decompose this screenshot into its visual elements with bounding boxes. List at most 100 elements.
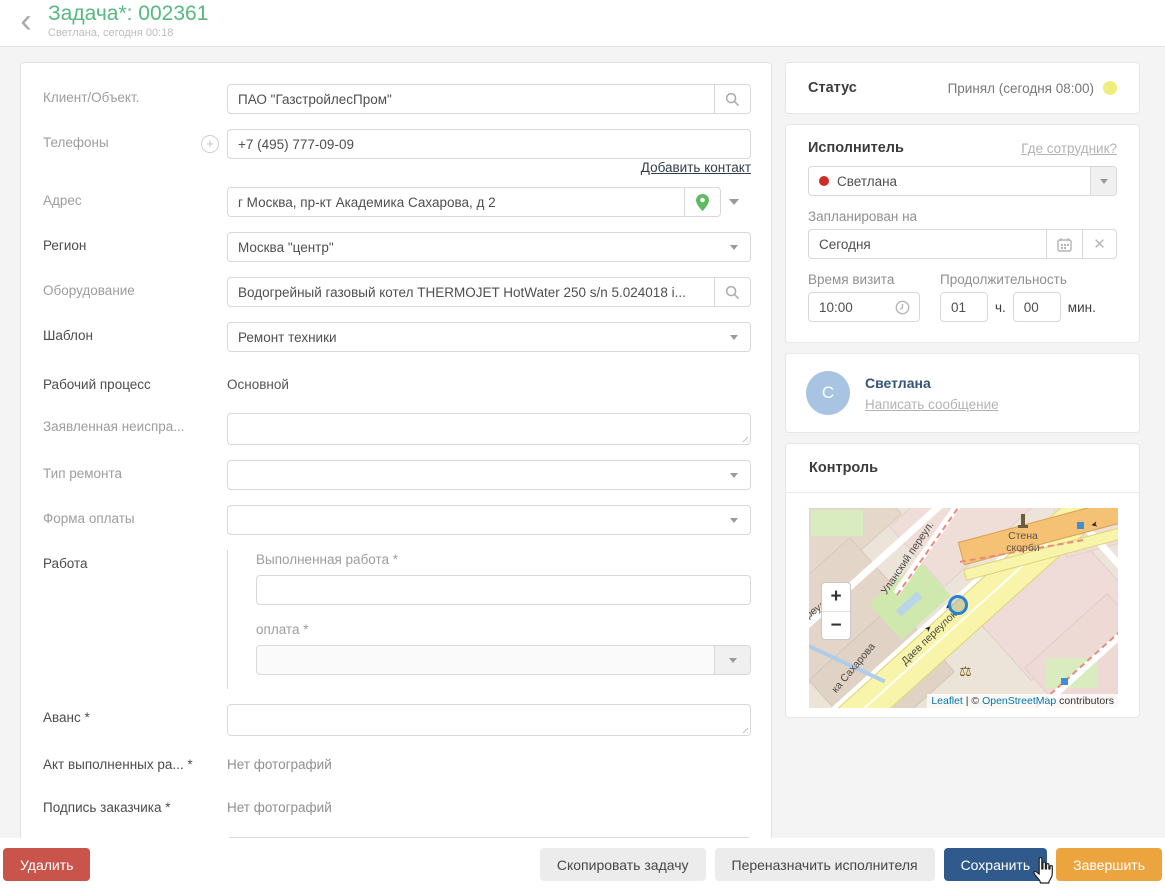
field-issue: Заявленная неиспра... xyxy=(43,413,751,445)
chevron-down-icon xyxy=(1099,178,1108,188)
template-value: Ремонт техники xyxy=(238,329,337,345)
client-input[interactable]: ПАО "ГазстройлесПром" xyxy=(227,84,751,114)
repair-type-label: Тип ремонта xyxy=(43,466,123,481)
workflow-label: Рабочий процесс xyxy=(43,377,151,392)
reassign-button[interactable]: Переназначить исполнителя xyxy=(714,848,935,881)
work-label: Работа xyxy=(43,556,88,571)
advance-textarea[interactable] xyxy=(227,704,751,736)
control-card: Контроль ➤ ➤ ➤ Уланский переул. Даев пер… xyxy=(785,443,1140,718)
signature-label: Подпись заказчика * xyxy=(43,800,171,815)
finish-button[interactable]: Завершить xyxy=(1056,848,1162,881)
employee-name: Светлана xyxy=(865,374,931,391)
equipment-input[interactable]: Водогрейный газовый котел THERMOJET HotW… xyxy=(227,277,751,307)
assignee-status-dot-icon xyxy=(819,176,829,186)
work-done-label: Выполненная работа * xyxy=(256,552,399,567)
zoom-out-button[interactable]: − xyxy=(822,611,850,639)
field-repair-type: Тип ремонта xyxy=(43,460,751,490)
phone-value: +7 (495) 777-09-09 xyxy=(238,136,354,152)
phone-input[interactable]: +7 (495) 777-09-09 xyxy=(227,129,751,159)
client-value: ПАО "ГазстройлесПром" xyxy=(238,91,392,107)
content-area: Клиент/Объект. ПАО "ГазстройлесПром" Тел… xyxy=(0,47,1165,838)
employee-card: C Светлана Написать сообщение xyxy=(785,353,1140,433)
field-client: Клиент/Объект. ПАО "ГазстройлесПром" xyxy=(43,84,751,114)
client-search-button[interactable] xyxy=(714,85,750,113)
back-icon[interactable]: ‹ xyxy=(12,2,40,40)
duration-minutes-value: 00 xyxy=(1023,299,1039,315)
field-workflow: Рабочий процесс Основной xyxy=(43,371,751,392)
page-subtitle: Светлана, сегодня 00:18 xyxy=(48,27,174,39)
visit-time-input[interactable]: 10:00 xyxy=(808,292,920,322)
status-title: Статус xyxy=(808,80,857,96)
address-input[interactable]: г Москва, пр-кт Академика Сахарова, д 2 xyxy=(227,187,721,217)
chevron-down-button xyxy=(714,646,750,674)
status-dot-icon xyxy=(1103,81,1117,95)
planned-date-input[interactable]: Сегодня ✕ xyxy=(808,229,1117,259)
address-map-button[interactable] xyxy=(684,188,720,216)
equipment-value: Водогрейный газовый котел THERMOJET HotW… xyxy=(238,284,686,300)
field-signature: Подпись заказчика * Нет фотографий xyxy=(43,794,751,815)
clock-icon xyxy=(895,300,910,314)
advance-label: Аванс * xyxy=(43,710,90,725)
leaflet-link[interactable]: Leaflet xyxy=(931,695,963,707)
map-location-marker xyxy=(948,595,968,615)
zoom-in-button[interactable]: + xyxy=(822,583,850,611)
visit-time-label: Время визита xyxy=(808,272,895,287)
region-label: Регион xyxy=(43,238,87,253)
client-label: Клиент/Объект. xyxy=(43,90,140,105)
delete-button[interactable]: Удалить xyxy=(3,848,91,881)
transit-stop-icon xyxy=(1061,678,1068,685)
act-label: Акт выполненных ра... * xyxy=(43,757,193,772)
phones-label: Телефоны xyxy=(43,135,109,150)
avatar: C xyxy=(806,371,850,415)
signature-value: Нет фотографий xyxy=(227,800,332,815)
template-select[interactable]: Ремонт техники xyxy=(227,322,751,352)
issue-textarea[interactable] xyxy=(227,413,751,445)
monument-icon xyxy=(1018,514,1028,528)
chevron-down-icon xyxy=(730,334,738,344)
save-button[interactable]: Сохранить xyxy=(943,848,1048,881)
payment-form-label: Форма оплаты xyxy=(43,511,135,526)
repair-type-select[interactable] xyxy=(227,460,751,490)
address-expand-icon[interactable] xyxy=(729,199,739,209)
map-park xyxy=(811,510,863,536)
region-select[interactable]: Москва "центр" xyxy=(227,232,751,262)
equipment-label: Оборудование xyxy=(43,283,135,298)
section-work: Работа Выполненная работа * оплата * xyxy=(43,550,751,689)
resize-grip-icon[interactable] xyxy=(740,434,748,442)
template-label: Шаблон xyxy=(43,328,93,343)
duration-hours-value: 01 xyxy=(951,299,967,315)
clear-date-button[interactable]: ✕ xyxy=(1082,230,1116,258)
task-form-card: Клиент/Объект. ПАО "ГазстройлесПром" Тел… xyxy=(20,62,772,838)
add-phone-icon[interactable]: + xyxy=(201,135,219,153)
payment-form-select[interactable] xyxy=(227,505,751,535)
assignee-dropdown-button[interactable] xyxy=(1090,167,1116,195)
work-pay-label: оплата * xyxy=(256,622,309,637)
map-zoom-control: + − xyxy=(821,582,851,640)
duration-hours-input[interactable]: 01 xyxy=(940,292,988,322)
work-done-input[interactable] xyxy=(256,575,751,605)
chevron-down-icon xyxy=(730,244,738,254)
assignee-card: Исполнитель Где сотрудник? Светлана Запл… xyxy=(785,124,1140,343)
side-panel: Статус Принял (сегодня 08:00) Исполнител… xyxy=(785,62,1140,728)
minutes-unit: мин. xyxy=(1067,299,1096,315)
act-value: Нет фотографий xyxy=(227,757,332,772)
equipment-search-button[interactable] xyxy=(714,278,750,306)
where-employee-link[interactable]: Где сотрудник? xyxy=(1021,141,1117,156)
send-message-link[interactable]: Написать сообщение xyxy=(865,397,999,412)
duration-minutes-input[interactable]: 00 xyxy=(1012,292,1061,322)
status-value: Принял (сегодня 08:00) xyxy=(947,80,1094,96)
map[interactable]: ➤ ➤ ➤ Уланский переул. переулок Даев пер… xyxy=(809,508,1118,708)
assignee-select[interactable]: Светлана xyxy=(808,166,1117,196)
add-contact-link[interactable]: Добавить контакт xyxy=(21,160,751,175)
field-template: Шаблон Ремонт техники xyxy=(43,322,751,352)
control-title: Контроль xyxy=(786,444,1139,493)
work-pay-select[interactable] xyxy=(256,645,751,675)
calendar-button[interactable] xyxy=(1046,230,1082,258)
issue-label: Заявленная неиспра... xyxy=(43,419,185,434)
osm-link[interactable]: OpenStreetMap xyxy=(982,695,1056,707)
visit-time-value: 10:00 xyxy=(819,299,853,315)
resize-grip-icon[interactable] xyxy=(740,725,748,733)
field-advance: Аванс * xyxy=(43,704,751,736)
duration-label: Продолжительность xyxy=(940,272,1067,287)
copy-task-button[interactable]: Скопировать задачу xyxy=(539,848,706,881)
